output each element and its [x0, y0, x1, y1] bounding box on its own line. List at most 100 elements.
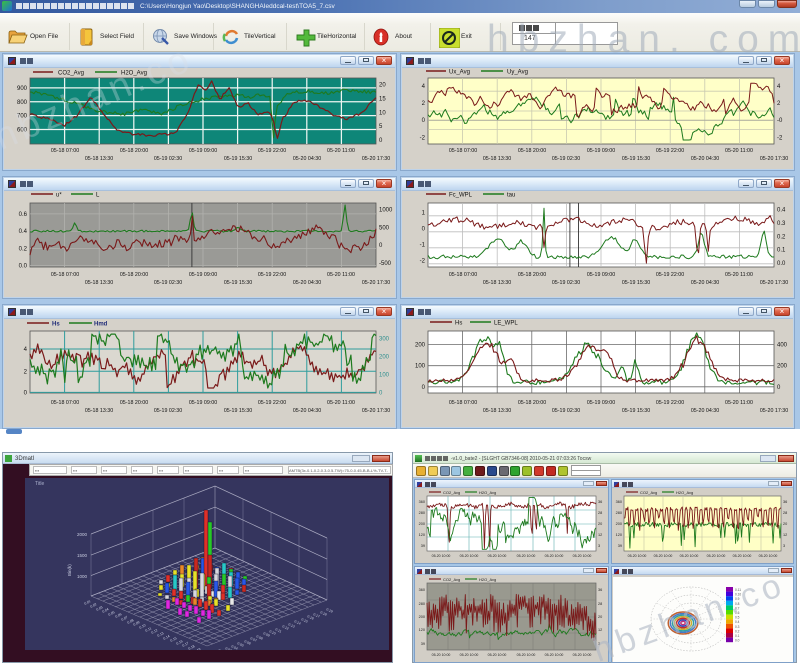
svg-text:05-19 02:30: 05-19 02:30: [552, 156, 580, 162]
svg-text:36: 36: [598, 588, 602, 592]
svg-text:28: 28: [598, 511, 602, 515]
svg-text:0: 0: [379, 390, 383, 396]
svg-text:05-20 10:00: 05-20 10:00: [460, 554, 479, 558]
svg-text:0.2: 0.2: [19, 246, 28, 252]
svg-text:05-19 15:30: 05-19 15:30: [622, 156, 650, 162]
svg-text:0.3: 0.3: [735, 625, 740, 629]
svg-text:200: 200: [419, 615, 425, 619]
svg-text:05-20 10:00: 05-20 10:00: [460, 653, 479, 657]
svg-text:05-19 22:00: 05-19 22:00: [258, 148, 286, 154]
svg-text:05-18 20:00: 05-18 20:00: [120, 272, 148, 278]
svg-text:05-19 02:30: 05-19 02:30: [552, 280, 580, 286]
svg-text:05-20 17:30: 05-20 17:30: [760, 156, 788, 162]
svg-text:0: 0: [422, 385, 426, 391]
svg-text:-2: -2: [777, 135, 783, 141]
svg-text:05-20 17:30: 05-20 17:30: [362, 156, 390, 162]
svg-text:05-20 04:30: 05-20 04:30: [293, 408, 321, 414]
svg-text:Ux_Avg: Ux_Avg: [449, 70, 470, 76]
svg-text:05-20 17:30: 05-20 17:30: [760, 280, 788, 286]
svg-text:0.4: 0.4: [777, 207, 786, 213]
svg-text:39: 39: [421, 642, 425, 646]
svg-text:05-20 04:30: 05-20 04:30: [293, 156, 321, 162]
svg-text:05-20 11:00: 05-20 11:00: [725, 148, 753, 154]
svg-text:05-20 11:00: 05-20 11:00: [327, 148, 355, 154]
svg-text:200: 200: [379, 354, 390, 360]
svg-text:0.06: 0.06: [244, 639, 252, 646]
svg-text:280: 280: [419, 602, 425, 606]
svg-text:0: 0: [777, 385, 781, 391]
svg-text:05-20 10:00: 05-20 10:00: [654, 554, 673, 558]
svg-text:05-18 07:00: 05-18 07:00: [51, 272, 79, 278]
svg-text:400: 400: [777, 343, 788, 349]
svg-text:120: 120: [616, 533, 622, 537]
svg-text:CO2_Avg: CO2_Avg: [58, 71, 84, 77]
svg-text:05-20 10:00: 05-20 10:00: [733, 554, 752, 558]
svg-text:0: 0: [24, 390, 28, 396]
svg-text:05-19 09:00: 05-19 09:00: [587, 272, 615, 278]
svg-text:05-20 04:30: 05-20 04:30: [691, 280, 719, 286]
svg-text:05-18 13:30: 05-18 13:30: [483, 408, 511, 414]
svg-text:05-19 09:00: 05-19 09:00: [189, 148, 217, 154]
svg-text:05-19 22:00: 05-19 22:00: [656, 272, 684, 278]
svg-text:0.6: 0.6: [19, 212, 28, 218]
svg-text:120: 120: [419, 628, 425, 632]
svg-text:05-20 17:30: 05-20 17:30: [362, 280, 390, 286]
svg-text:0.15: 0.15: [301, 617, 309, 624]
svg-text:3: 3: [783, 544, 785, 548]
svg-text:0: 0: [379, 138, 383, 144]
svg-text:-0: -0: [777, 118, 783, 124]
svg-text:05-19 22:00: 05-19 22:00: [656, 148, 684, 154]
svg-text:0.3: 0.3: [777, 221, 786, 227]
svg-text:05-19 22:00: 05-19 22:00: [258, 272, 286, 278]
svg-text:900: 900: [17, 86, 28, 92]
svg-text:200: 200: [419, 522, 425, 526]
svg-text:L: L: [96, 193, 100, 199]
svg-text:2: 2: [422, 101, 426, 107]
svg-text:360: 360: [419, 588, 425, 592]
svg-text:H2O_Avg: H2O_Avg: [676, 490, 693, 495]
svg-text:2: 2: [24, 369, 28, 375]
svg-text:05-18 20:00: 05-18 20:00: [518, 272, 546, 278]
svg-text:05-18 13:30: 05-18 13:30: [85, 280, 113, 286]
svg-text:Uy_Avg: Uy_Avg: [507, 70, 528, 76]
svg-text:05-20 10:00: 05-20 10:00: [680, 554, 699, 558]
svg-text:0.18: 0.18: [320, 610, 328, 617]
svg-text:05-20 10:00: 05-20 10:00: [545, 653, 564, 657]
svg-text:100: 100: [415, 364, 426, 370]
svg-text:15: 15: [379, 96, 386, 102]
svg-text:05-20 10:00: 05-20 10:00: [517, 653, 536, 657]
svg-text:05-18 13:30: 05-18 13:30: [85, 408, 113, 414]
svg-text:05-20 10:00: 05-20 10:00: [545, 554, 564, 558]
svg-text:39: 39: [618, 544, 622, 548]
svg-text:1000: 1000: [379, 207, 393, 213]
svg-text:05-19 02:30: 05-19 02:30: [154, 280, 182, 286]
svg-text:CO2_Avg: CO2_Avg: [443, 577, 460, 582]
svg-text:0: 0: [379, 243, 383, 249]
svg-text:300: 300: [379, 336, 390, 342]
svg-text:280: 280: [419, 511, 425, 515]
svg-text:0.4: 0.4: [19, 229, 28, 235]
svg-text:Hs: Hs: [52, 322, 60, 328]
svg-text:12: 12: [783, 533, 787, 537]
svg-text:05-18 07:00: 05-18 07:00: [51, 400, 79, 406]
svg-text:0.0: 0.0: [777, 261, 786, 267]
svg-text:05-18 13:30: 05-18 13:30: [483, 280, 511, 286]
svg-text:Hs: Hs: [455, 321, 462, 327]
svg-text:4: 4: [24, 347, 28, 353]
svg-text:05-19 15:30: 05-19 15:30: [622, 280, 650, 286]
svg-text:4: 4: [777, 84, 781, 90]
svg-text:20: 20: [379, 83, 386, 89]
svg-text:05-20 10:00: 05-20 10:00: [573, 653, 592, 657]
svg-text:20: 20: [783, 522, 787, 526]
svg-text:05-20 10:00: 05-20 10:00: [432, 554, 451, 558]
svg-text:1000: 1000: [77, 574, 88, 579]
svg-text:05-20 10:00: 05-20 10:00: [432, 653, 451, 657]
svg-text:1500: 1500: [77, 553, 88, 558]
svg-text:20: 20: [598, 615, 602, 619]
svg-text:1: 1: [422, 211, 426, 217]
svg-text:05-19 02:30: 05-19 02:30: [552, 408, 580, 414]
svg-text:05-20 11:00: 05-20 11:00: [327, 400, 355, 406]
svg-text:28: 28: [783, 511, 787, 515]
svg-text:2000: 2000: [77, 532, 88, 537]
svg-text:tau: tau: [507, 193, 515, 199]
